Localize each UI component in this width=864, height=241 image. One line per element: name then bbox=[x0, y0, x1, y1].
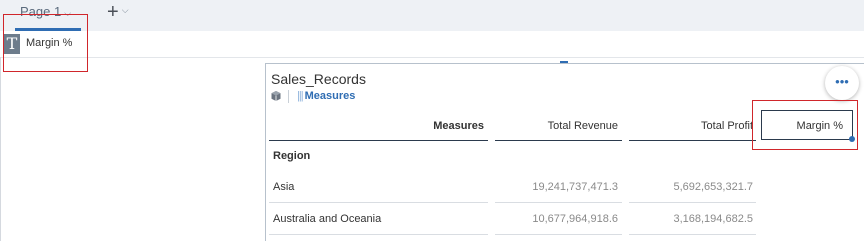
add-page-button[interactable]: + ⌵ bbox=[107, 1, 129, 24]
header-margin-pct[interactable]: Margin % bbox=[761, 110, 855, 142]
header-divider bbox=[495, 140, 622, 141]
subtitle-divider bbox=[288, 90, 289, 103]
more-options-button[interactable]: ••• bbox=[825, 66, 859, 100]
row-divider bbox=[629, 202, 756, 203]
measures-link[interactable]: ||| Measures bbox=[297, 90, 355, 102]
header-total-profit[interactable]: Total Profit bbox=[701, 120, 753, 132]
tab-page-1[interactable]: Page 1 ⌵ bbox=[20, 4, 71, 19]
table-widget[interactable]: Sales_Records ||| Measures ••• Measures T… bbox=[265, 63, 864, 241]
row-divider bbox=[269, 234, 488, 235]
header-measures[interactable]: Measures bbox=[433, 120, 484, 132]
table-cell-revenue[interactable]: 19,241,737,471.3 bbox=[532, 181, 618, 193]
table-row-region[interactable]: Asia bbox=[273, 181, 294, 193]
header-divider bbox=[629, 140, 756, 141]
measures-link-label: Measures bbox=[304, 90, 356, 102]
chevron-down-icon[interactable]: ⌵ bbox=[64, 8, 71, 18]
text-widget-label: Margin % bbox=[26, 37, 73, 49]
measures-bars-icon: ||| bbox=[297, 90, 304, 102]
row-divider bbox=[495, 202, 622, 203]
header-total-revenue[interactable]: Total Revenue bbox=[548, 120, 618, 132]
text-widget-icon: T bbox=[4, 34, 20, 54]
resize-handle[interactable] bbox=[849, 136, 855, 142]
canvas-top-strip bbox=[0, 31, 864, 58]
row-divider bbox=[629, 234, 756, 235]
dimension-label-region[interactable]: Region bbox=[273, 150, 310, 162]
tab-page-1-label: Page 1 bbox=[20, 4, 62, 19]
header-margin-pct-label: Margin % bbox=[796, 120, 843, 132]
table-cell-revenue[interactable]: 10,677,964,918.6 bbox=[532, 213, 618, 225]
cube-icon bbox=[271, 91, 281, 101]
canvas-left-border bbox=[0, 57, 1, 241]
row-divider bbox=[495, 234, 622, 235]
plus-icon: + bbox=[107, 1, 119, 23]
table-cell-profit[interactable]: 5,692,653,321.7 bbox=[673, 181, 753, 193]
header-divider bbox=[269, 140, 488, 141]
table-row-region[interactable]: Australia and Oceania bbox=[273, 213, 381, 225]
page-tab-bar: Page 1 ⌵ + ⌵ bbox=[0, 0, 864, 31]
chevron-down-icon[interactable]: ⌵ bbox=[122, 5, 129, 15]
table-cell-profit[interactable]: 3,168,194,682.5 bbox=[673, 213, 753, 225]
row-divider bbox=[269, 202, 488, 203]
widget-title: Sales_Records bbox=[271, 71, 366, 87]
